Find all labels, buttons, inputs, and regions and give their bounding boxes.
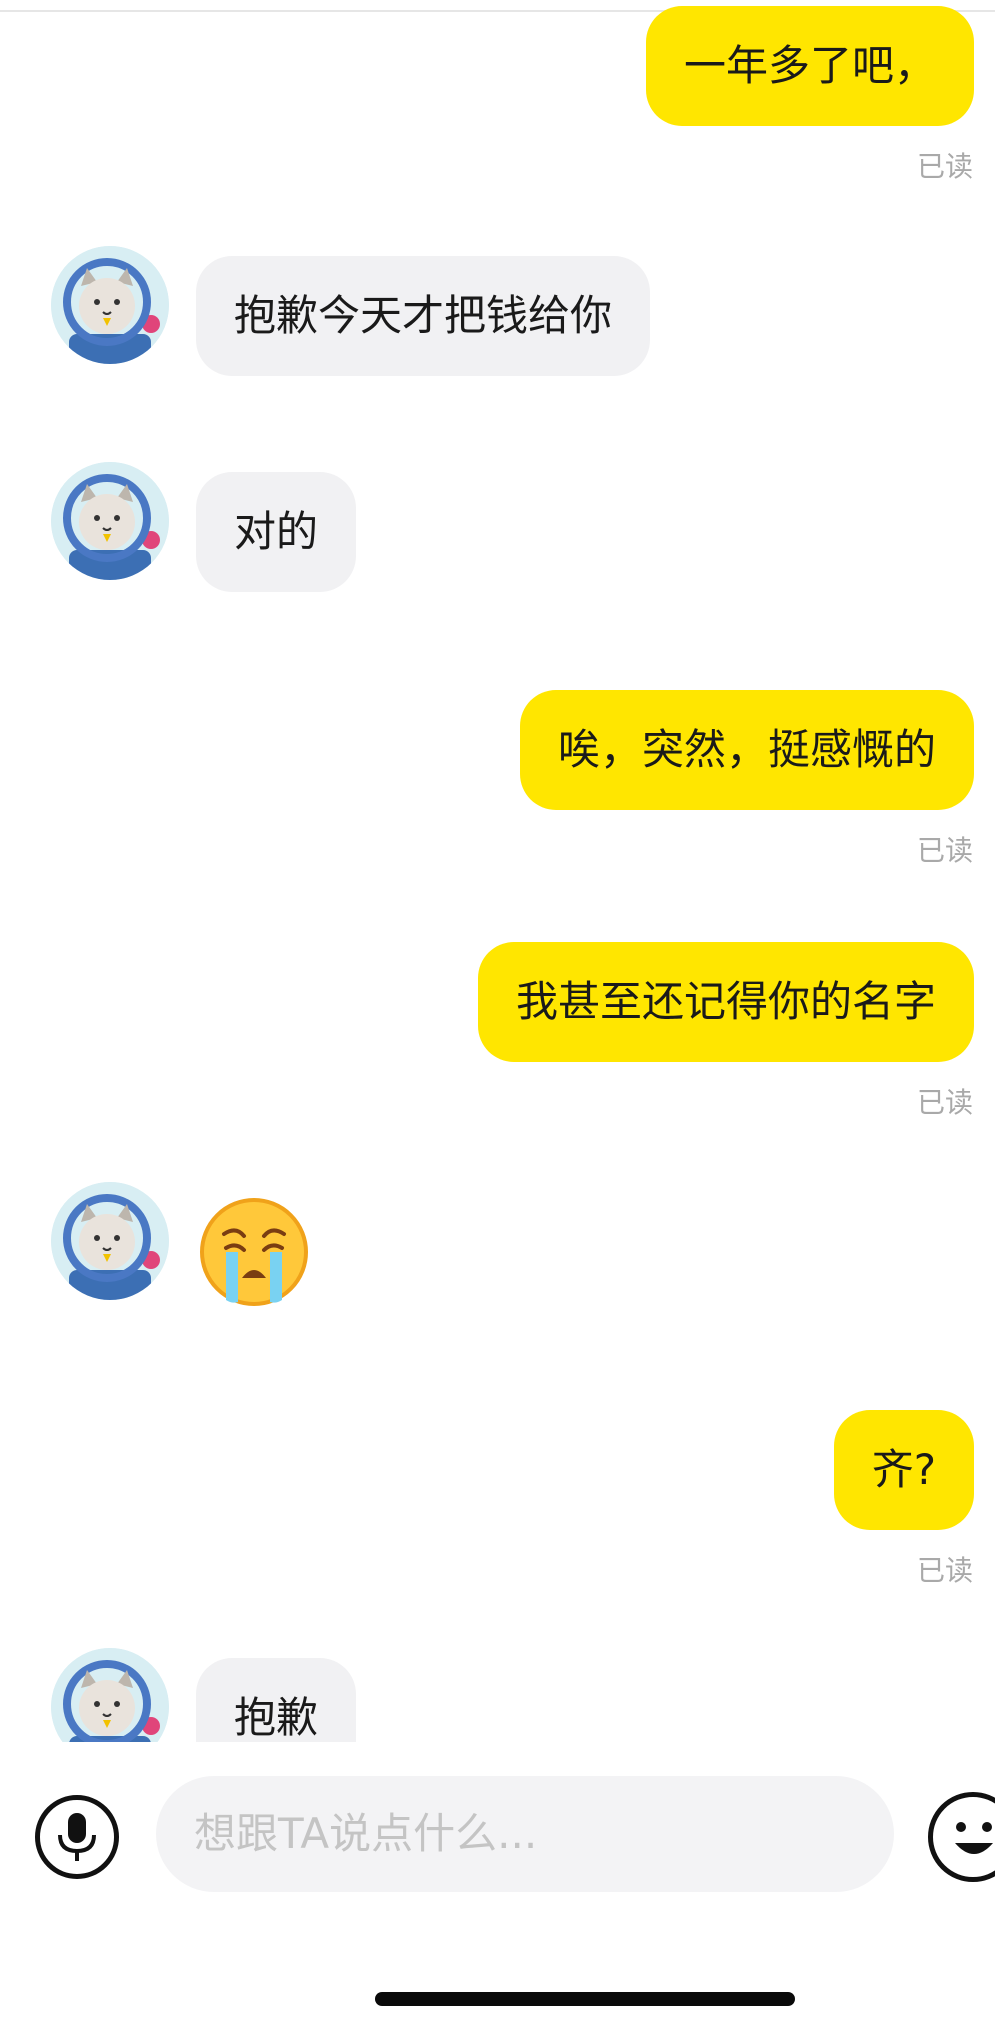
cat-astronaut-avatar-icon — [51, 1182, 169, 1300]
contact-avatar[interactable] — [51, 462, 169, 580]
message-text: 抱歉 — [234, 1693, 319, 1742]
message-text: 齐? — [871, 1445, 936, 1494]
read-status: 已读 — [916, 1554, 973, 1587]
incoming-message-bubble[interactable]: 抱歉今天才把钱给你 — [196, 256, 651, 376]
contact-avatar[interactable] — [51, 1182, 169, 1300]
incoming-message-bubble[interactable]: 抱歉 — [196, 1658, 357, 1742]
emoji-picker-button[interactable] — [928, 1792, 995, 1882]
crying-face-emoji-message[interactable] — [198, 1196, 310, 1308]
read-status: 已读 — [916, 834, 973, 867]
microphone-icon — [58, 1813, 96, 1861]
incoming-message-bubble[interactable]: 对的 — [196, 472, 357, 592]
loudly-crying-face-icon — [200, 1198, 308, 1306]
smiley-icon — [955, 1822, 993, 1854]
message-text: 抱歉今天才把钱给你 — [234, 291, 613, 340]
message-text: 一年多了吧， — [683, 41, 936, 90]
contact-avatar[interactable] — [51, 1648, 169, 1742]
outgoing-message-bubble[interactable]: 齐? — [833, 1410, 974, 1530]
outgoing-message-bubble[interactable]: 一年多了吧， — [645, 6, 974, 126]
cat-astronaut-avatar-icon — [51, 462, 169, 580]
chat-message-list[interactable]: 一年多了吧， 已读 抱歉今天才把钱给你 对的 唉，突然，挺感慨的 已读 我甚至还… — [0, 0, 995, 1742]
message-text: 对的 — [234, 507, 319, 556]
home-indicator — [375, 1992, 795, 2006]
message-input[interactable]: 想跟TA说点什么... — [156, 1776, 894, 1892]
composer-bar: 想跟TA说点什么... — [0, 1742, 995, 2029]
cat-astronaut-avatar-icon — [51, 1648, 169, 1742]
voice-input-button[interactable] — [35, 1795, 119, 1879]
outgoing-message-bubble[interactable]: 唉，突然，挺感慨的 — [519, 690, 974, 810]
read-status: 已读 — [916, 150, 973, 183]
cat-astronaut-avatar-icon — [51, 246, 169, 364]
message-text: 唉，突然，挺感慨的 — [557, 725, 936, 774]
contact-avatar[interactable] — [51, 246, 169, 364]
outgoing-message-bubble[interactable]: 我甚至还记得你的名字 — [477, 942, 974, 1062]
message-text: 我甚至还记得你的名字 — [515, 977, 936, 1026]
read-status: 已读 — [916, 1086, 973, 1119]
